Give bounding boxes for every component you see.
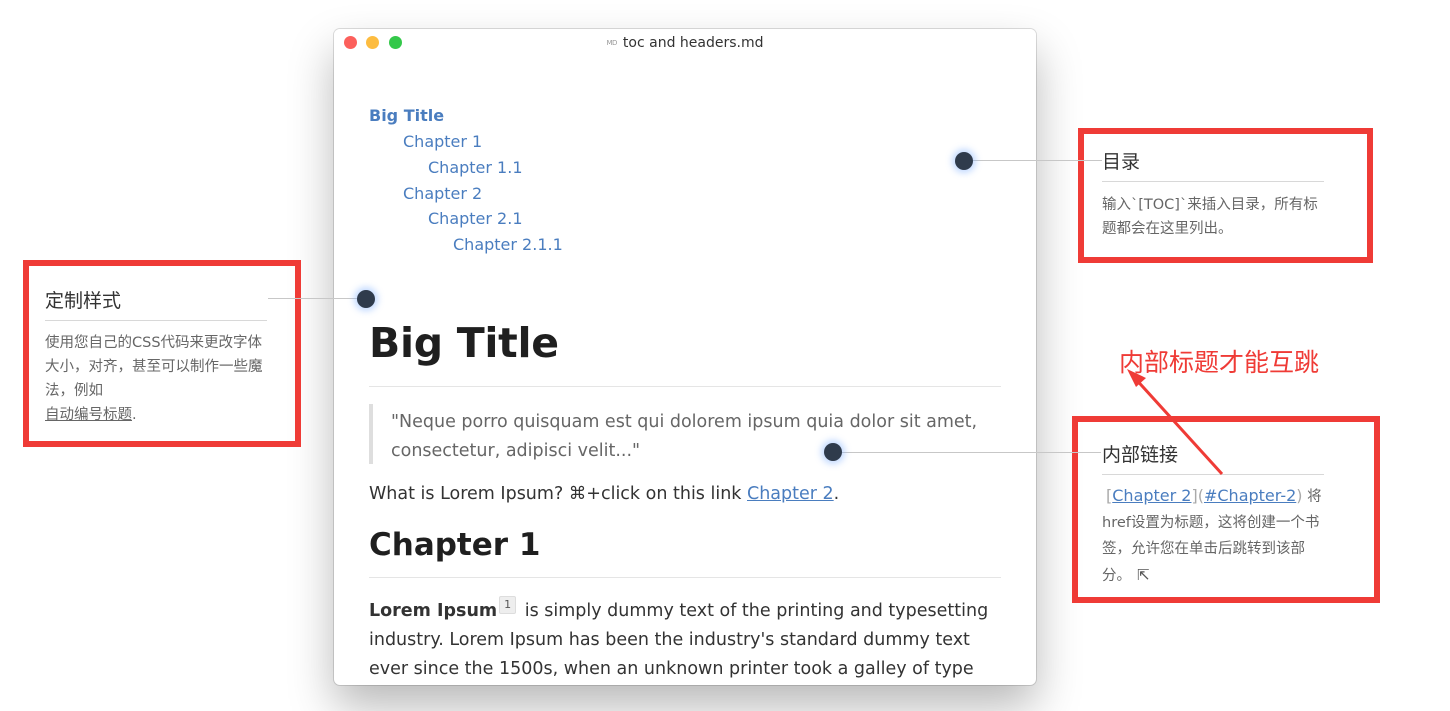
- annotation-arrow-icon: [1127, 369, 1224, 476]
